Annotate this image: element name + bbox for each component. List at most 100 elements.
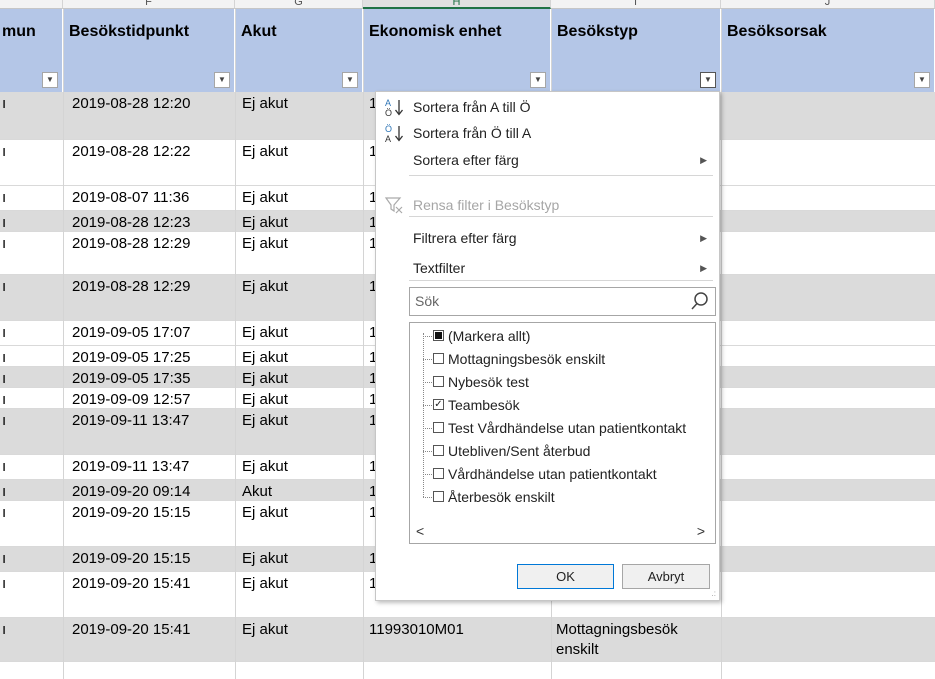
filter-search-input[interactable]: Sök bbox=[409, 287, 716, 316]
cell-akut[interactable]: Akut bbox=[242, 482, 272, 502]
cell-akut[interactable]: Ej akut bbox=[242, 390, 288, 410]
cell-kommun[interactable]: ı bbox=[2, 482, 6, 502]
chevron-down-icon: ▼ bbox=[918, 75, 926, 84]
cell-besokstidpunkt[interactable]: 2019-09-20 15:41 bbox=[72, 620, 190, 640]
col-letter-f[interactable]: F bbox=[63, 0, 235, 9]
checkbox[interactable] bbox=[433, 376, 444, 387]
cell-besokstidpunkt[interactable]: 2019-09-05 17:35 bbox=[72, 369, 190, 389]
cell-besokstidpunkt[interactable]: 2019-09-20 09:14 bbox=[72, 482, 190, 502]
chevron-down-icon: ▼ bbox=[46, 75, 54, 84]
col-letter-h[interactable]: H bbox=[363, 0, 551, 9]
menu-item-6[interactable]: Textfilter ▶ bbox=[376, 255, 719, 281]
checkbox[interactable] bbox=[433, 422, 444, 433]
col-letter-g[interactable]: G bbox=[235, 0, 363, 9]
cell-besokstyp[interactable]: Mottagningsbesök enskilt bbox=[556, 620, 716, 660]
cell-kommun[interactable]: ı bbox=[2, 549, 6, 569]
cell-kommun[interactable]: ı bbox=[2, 94, 6, 114]
cell-kommun[interactable]: ı bbox=[2, 213, 6, 233]
cell-akut[interactable]: Ej akut bbox=[242, 188, 288, 208]
cell-akut[interactable]: Ej akut bbox=[242, 348, 288, 368]
cell-besokstidpunkt[interactable]: 2019-09-09 12:57 bbox=[72, 390, 190, 410]
cell-kommun[interactable]: ı bbox=[2, 620, 6, 640]
cell-akut[interactable]: Ej akut bbox=[242, 369, 288, 389]
cell-kommun[interactable]: ı bbox=[2, 574, 6, 594]
scroll-right-icon[interactable]: > bbox=[697, 523, 705, 539]
checkbox[interactable] bbox=[433, 491, 444, 502]
table-row[interactable]: ı 2019-09-20 15:41 Ej akut 11993010M01 Motta… bbox=[0, 618, 935, 662]
cell-kommun[interactable]: ı bbox=[2, 411, 6, 431]
cell-akut[interactable]: Ej akut bbox=[242, 503, 288, 523]
filter-values-list[interactable]: (Markera allt) Mottagningsbesök enskilt Ny… bbox=[409, 322, 716, 544]
menu-item-2[interactable]: Ö A Sortera från Ö till A bbox=[376, 120, 719, 146]
col-letter-j[interactable]: J bbox=[721, 0, 935, 9]
cell-besokstidpunkt[interactable]: 2019-08-28 12:22 bbox=[72, 142, 190, 162]
menu-item-label: Sortera efter färg bbox=[413, 152, 519, 168]
filter-dropdown-button[interactable]: ▼ bbox=[214, 72, 230, 88]
filter-dropdown-button[interactable]: ▼ bbox=[42, 72, 58, 88]
cell-kommun[interactable]: ı bbox=[2, 390, 6, 410]
col-letter-i[interactable]: I bbox=[551, 0, 721, 9]
filter-value-label: Utebliven/Sent återbud bbox=[448, 443, 591, 459]
ok-button[interactable]: OK bbox=[517, 564, 614, 589]
filter-value-label: Återbesök enskilt bbox=[448, 489, 555, 505]
header-label: Besökstidpunkt bbox=[69, 23, 190, 40]
cell-besokstidpunkt[interactable]: 2019-09-05 17:07 bbox=[72, 323, 190, 343]
cell-akut[interactable]: Ej akut bbox=[242, 323, 288, 343]
menu-item-5[interactable]: Filtrera efter färg ▶ bbox=[376, 225, 719, 251]
cell-akut[interactable]: Ej akut bbox=[242, 94, 288, 114]
cell-kommun[interactable]: ı bbox=[2, 234, 6, 254]
cell-besokstidpunkt[interactable]: 2019-08-07 11:36 bbox=[72, 188, 189, 208]
cell-besokstidpunkt[interactable]: 2019-09-11 13:47 bbox=[72, 457, 189, 477]
cancel-button[interactable]: Avbryt bbox=[622, 564, 710, 589]
cell-akut[interactable]: Ej akut bbox=[242, 213, 288, 233]
filter-dropdown-button[interactable]: ▼ bbox=[914, 72, 930, 88]
header-cell-besokstyp: Besökstyp ▼ bbox=[551, 9, 721, 92]
cell-kommun[interactable]: ı bbox=[2, 457, 6, 477]
resize-grip-icon[interactable]: .: bbox=[712, 589, 716, 598]
cell-akut[interactable]: Ej akut bbox=[242, 457, 288, 477]
cell-besokstidpunkt[interactable]: 2019-08-28 12:23 bbox=[72, 213, 190, 233]
cell-kommun[interactable]: ı bbox=[2, 348, 6, 368]
column-gridline bbox=[63, 9, 64, 679]
filter-dropdown-button[interactable]: ▼ bbox=[342, 72, 358, 88]
menu-item-label: Sortera från A till Ö bbox=[413, 99, 531, 115]
cell-akut[interactable]: Ej akut bbox=[242, 411, 288, 431]
cell-akut[interactable]: Ej akut bbox=[242, 549, 288, 569]
cell-ekonomisk-enhet[interactable]: 11993010M01 bbox=[369, 620, 464, 640]
cell-akut[interactable]: Ej akut bbox=[242, 234, 288, 254]
cell-besokstidpunkt[interactable]: 2019-08-28 12:20 bbox=[72, 94, 190, 114]
menu-item-1[interactable]: A Ö Sortera från A till Ö bbox=[376, 94, 719, 120]
cell-besokstidpunkt[interactable]: 2019-09-20 15:41 bbox=[72, 574, 190, 594]
header-label: Besökstyp bbox=[557, 23, 638, 40]
menu-item-3[interactable]: Sortera efter färg ▶ bbox=[376, 147, 719, 173]
scroll-left-icon[interactable]: < bbox=[416, 523, 424, 539]
checkbox[interactable] bbox=[433, 330, 444, 341]
checkbox[interactable]: ✓ bbox=[433, 399, 444, 410]
checkbox[interactable] bbox=[433, 353, 444, 364]
cell-besokstidpunkt[interactable]: 2019-08-28 12:29 bbox=[72, 277, 190, 297]
cell-besokstidpunkt[interactable]: 2019-09-05 17:25 bbox=[72, 348, 190, 368]
cell-besokstidpunkt[interactable]: 2019-09-20 15:15 bbox=[72, 549, 190, 569]
cell-kommun[interactable]: ı bbox=[2, 369, 6, 389]
cell-kommun[interactable]: ı bbox=[2, 503, 6, 523]
col-letter-e[interactable] bbox=[0, 0, 63, 9]
cell-kommun[interactable]: ı bbox=[2, 188, 6, 208]
cell-kommun[interactable]: ı bbox=[2, 323, 6, 343]
cell-akut[interactable]: Ej akut bbox=[242, 277, 288, 297]
filter-dropdown-button[interactable]: ▼ bbox=[700, 72, 716, 88]
cell-besokstidpunkt[interactable]: 2019-09-20 15:15 bbox=[72, 503, 190, 523]
cell-kommun[interactable]: ı bbox=[2, 142, 6, 162]
horizontal-scrollbar[interactable]: < > bbox=[410, 521, 715, 543]
checkbox[interactable] bbox=[433, 445, 444, 456]
filter-dropdown-button[interactable]: ▼ bbox=[530, 72, 546, 88]
header-label: Ekonomisk enhet bbox=[369, 23, 502, 40]
cell-akut[interactable]: Ej akut bbox=[242, 620, 288, 640]
cell-akut[interactable]: Ej akut bbox=[242, 142, 288, 162]
cell-besokstidpunkt[interactable]: 2019-09-11 13:47 bbox=[72, 411, 189, 431]
cell-kommun[interactable]: ı bbox=[2, 277, 6, 297]
menu-item-4[interactable]: Rensa filter i Besökstyp bbox=[376, 192, 719, 218]
checkbox[interactable] bbox=[433, 468, 444, 479]
cell-besokstidpunkt[interactable]: 2019-08-28 12:29 bbox=[72, 234, 190, 254]
cell-akut[interactable]: Ej akut bbox=[242, 574, 288, 594]
menu-item-label: Filtrera efter färg bbox=[413, 230, 517, 246]
